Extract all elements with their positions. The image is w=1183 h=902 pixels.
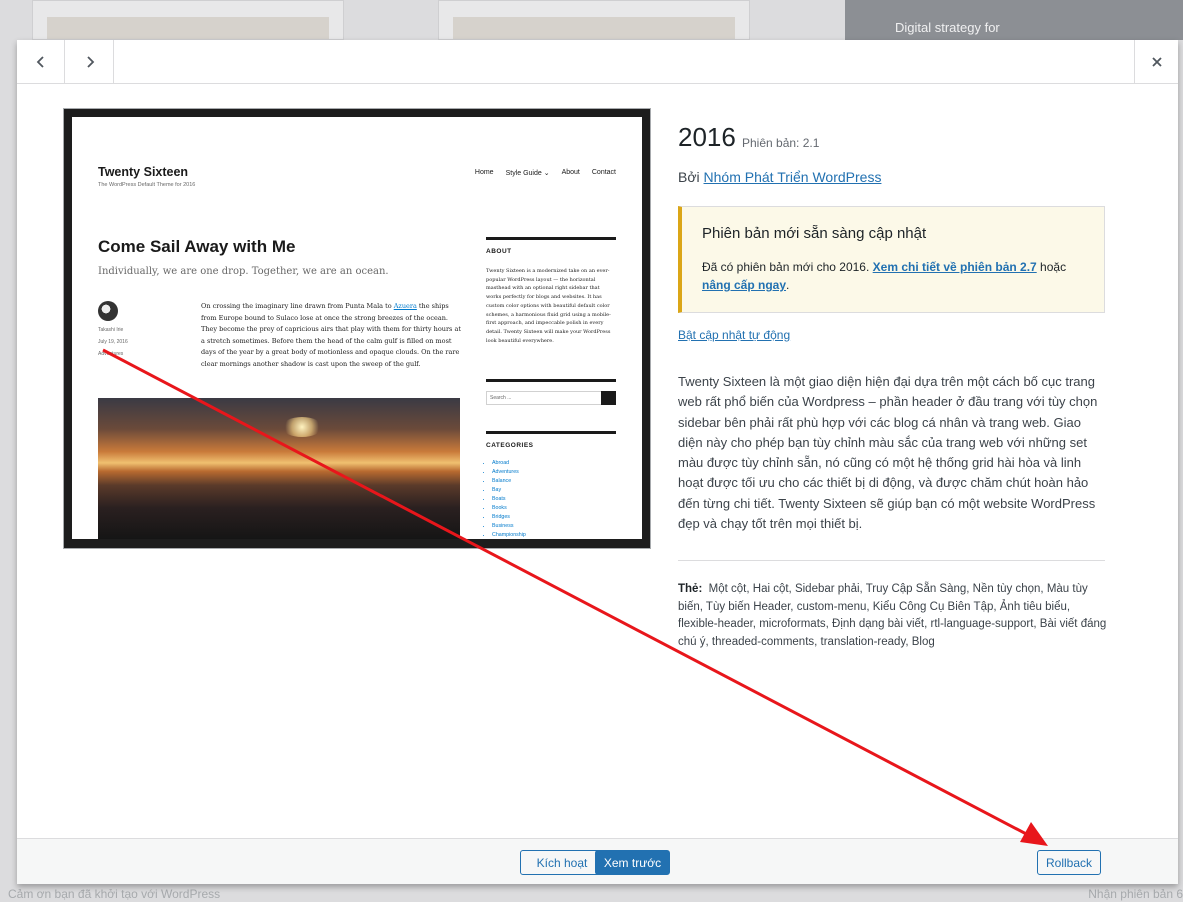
list-item: Bay xyxy=(492,486,526,495)
theme-tags-label: Thẻ: xyxy=(678,583,703,595)
rollback-button[interactable]: Rollback xyxy=(1037,850,1101,875)
update-notice: Phiên bản mới sẵn sàng cập nhật Đã có ph… xyxy=(678,206,1105,313)
screenshot-site-description: The WordPress Default Theme for 2016 xyxy=(98,182,196,188)
background-theme-card xyxy=(438,0,750,40)
theme-name: 2016 xyxy=(678,122,736,152)
background-footer: Cảm ơn bạn đã khởi tạo với WordPress Nhậ… xyxy=(0,884,1183,902)
theme-screenshot: Twenty Sixteen The WordPress Default The… xyxy=(63,108,651,549)
screenshot-page: Twenty Sixteen The WordPress Default The… xyxy=(72,117,642,539)
preview-button[interactable]: Xem trước xyxy=(595,850,670,875)
next-theme-button[interactable] xyxy=(66,40,114,83)
screenshot-author: Takashi Irie xyxy=(98,327,124,333)
view-version-details-link[interactable]: Xem chi tiết về phiên bản 2.7 xyxy=(873,260,1037,274)
background-footer-left: Cảm ơn bạn đã khởi tạo với WordPress xyxy=(8,887,221,901)
update-notice-text: Đã có phiên bản mới cho 2016. Xem chi ti… xyxy=(702,260,1067,292)
screenshot-nav-item: About xyxy=(561,169,580,176)
background-footer-right: Nhận phiên bản 6 xyxy=(1088,887,1183,901)
divider xyxy=(678,560,1105,561)
screenshot-nav-item: Style Guide ⌄ xyxy=(505,170,550,177)
modal-header xyxy=(17,40,1178,84)
screenshot-nav-item: Contact xyxy=(591,169,616,176)
theme-version: Phiên bản: 2.1 xyxy=(742,136,820,150)
screenshot-nav: Home Style Guide ⌄ About Contact xyxy=(475,169,616,177)
screenshot-about-text: Twenty Sixteen is a modernized take on a… xyxy=(486,268,611,344)
screenshot-search: Search ... xyxy=(486,391,616,405)
list-item: Abroad xyxy=(492,459,526,468)
list-item: Championship xyxy=(492,531,526,539)
theme-author-link[interactable]: Nhóm Phát Triển WordPress xyxy=(704,169,882,185)
theme-description: Twenty Sixteen là một giao diện hiện đại… xyxy=(678,374,1098,532)
previous-theme-button[interactable] xyxy=(17,40,65,83)
activate-button[interactable]: Kích hoạt xyxy=(520,850,604,875)
theme-author-prefix: Bởi xyxy=(678,169,704,185)
screenshot-nav-item: Home xyxy=(474,169,494,176)
screenshot-categories-list: Abroad Adventures Balance Bay Boats Book… xyxy=(492,459,526,539)
close-icon xyxy=(1151,56,1162,67)
chevron-right-icon xyxy=(86,55,94,68)
screenshot-site-title: Twenty Sixteen xyxy=(98,165,189,179)
close-modal-button[interactable] xyxy=(1134,40,1178,83)
list-item: Books xyxy=(492,504,526,513)
screenshot-post-title: Come Sail Away with Me xyxy=(98,237,296,256)
list-item: Boats xyxy=(492,495,526,504)
screenshot-date: July 19, 2016 xyxy=(98,339,128,345)
screenshot-featured-image xyxy=(98,398,460,539)
screenshot-post-body: On crossing the imaginary line drawn fro… xyxy=(201,302,461,368)
chevron-left-icon xyxy=(36,55,44,68)
screenshot-post-subtitle: Individually, we are one drop. Together,… xyxy=(98,266,389,277)
theme-details-modal: Twenty Sixteen The WordPress Default The… xyxy=(17,40,1178,884)
screenshot-sun xyxy=(282,417,322,437)
update-notice-title: Phiên bản mới sẵn sàng cập nhật xyxy=(702,225,927,242)
background-theme-card xyxy=(32,0,344,40)
screenshot-categories-widget: CATEGORIES xyxy=(486,431,616,449)
list-item: Adventures xyxy=(492,468,526,477)
screenshot-author-avatar xyxy=(98,301,118,321)
screenshot-search-rule xyxy=(486,379,616,382)
list-item: Business xyxy=(492,522,526,531)
screenshot-about-widget: ABOUT xyxy=(486,237,616,255)
theme-tags: Thẻ: Một cột, Hai cột, Sidebar phải, Tru… xyxy=(678,581,1110,652)
screenshot-category: Adventures xyxy=(98,351,124,357)
modal-footer: Kích hoạt Xem trước Rollback xyxy=(17,838,1178,884)
list-item: Balance xyxy=(492,477,526,486)
theme-tags-list: Một cột, Hai cột, Sidebar phải, Truy Cập… xyxy=(678,583,1107,649)
theme-author: Bởi Nhóm Phát Triển WordPress xyxy=(678,169,881,185)
background-theme-card-dark: Digital strategy for xyxy=(845,0,1183,40)
update-now-link[interactable]: nâng cấp ngay xyxy=(702,278,786,292)
list-item: Bridges xyxy=(492,513,526,522)
enable-auto-update-link[interactable]: Bật cập nhật tự động xyxy=(678,328,790,342)
